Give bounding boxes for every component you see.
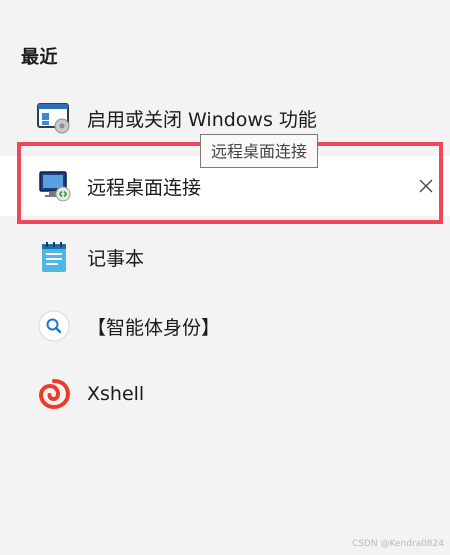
recent-item-label: 启用或关闭 Windows 功能 — [87, 108, 317, 131]
recent-item-search[interactable]: 【智能体身份】 — [0, 296, 450, 356]
recent-item-label: Xshell — [87, 383, 145, 405]
recent-item-notepad[interactable]: 记事本 — [0, 227, 450, 287]
windows-features-icon — [36, 100, 72, 136]
search-icon — [36, 308, 72, 344]
remote-desktop-icon — [36, 168, 72, 204]
section-title-recent: 最近 — [21, 47, 58, 68]
recent-item-xshell[interactable]: Xshell — [0, 364, 450, 424]
tooltip: 远程桌面连接 — [200, 134, 319, 168]
recent-item-label: 远程桌面连接 — [87, 176, 202, 199]
notepad-icon — [36, 239, 72, 275]
close-icon[interactable] — [416, 176, 436, 196]
recent-item-label: 记事本 — [87, 247, 145, 270]
xshell-icon — [36, 376, 72, 412]
watermark: CSDN @Kendra0824 — [351, 539, 444, 549]
recent-apps-panel: 最近 启用或关闭 Windows 功能 远程桌面连接 记事本 【智能体身份】 X… — [0, 0, 450, 555]
recent-item-label: 【智能体身份】 — [87, 316, 221, 339]
